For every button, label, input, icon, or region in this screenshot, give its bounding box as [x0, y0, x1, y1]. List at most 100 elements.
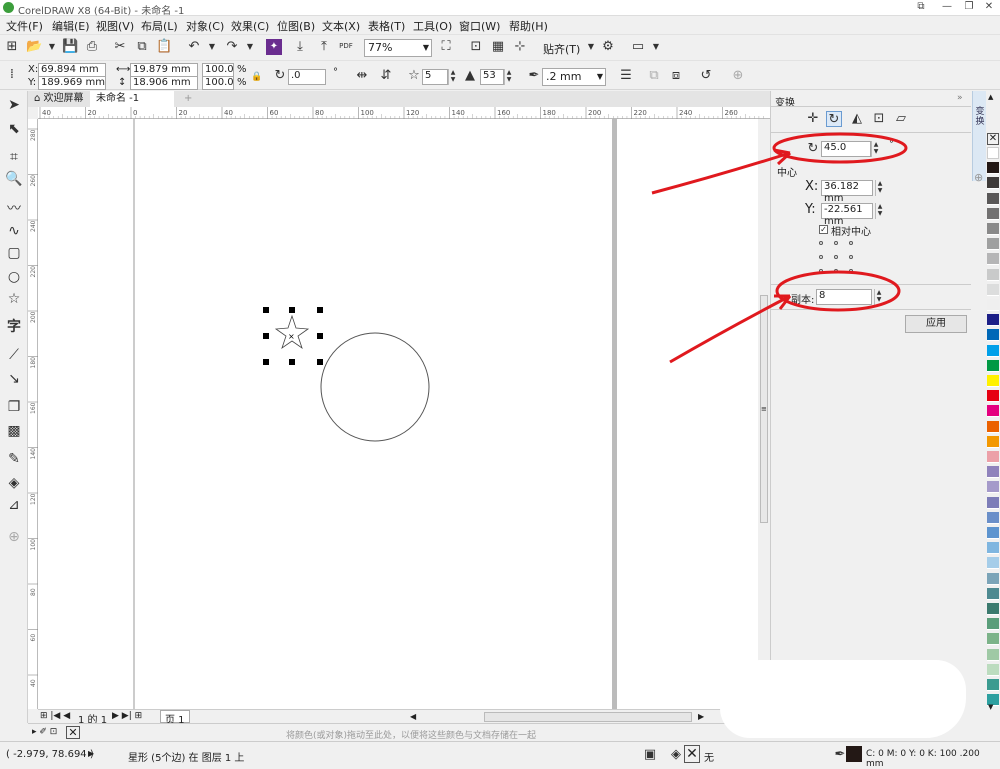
zoom-level-select[interactable]: 77% ▼ — [364, 39, 432, 57]
color-swatch[interactable] — [987, 390, 999, 403]
copies-spinner-icon[interactable]: ▲ ▼ — [874, 289, 883, 305]
parallel-dimension-icon[interactable]: ⟋ — [4, 345, 24, 365]
color-swatch[interactable] — [987, 162, 999, 175]
circle-object[interactable] — [320, 332, 430, 442]
selection-handle[interactable] — [263, 333, 269, 339]
color-swatch[interactable] — [987, 420, 999, 433]
mirror-vertical-icon[interactable]: ⇵ — [378, 68, 394, 84]
print-icon[interactable]: ⎙ — [84, 39, 100, 55]
color-swatch[interactable] — [987, 223, 999, 235]
anchor-point-radio[interactable] — [819, 269, 823, 273]
menu-tools[interactable]: 工具(O) — [413, 18, 452, 34]
color-swatch[interactable] — [987, 572, 999, 585]
horizontal-ruler[interactable]: 40 20 0 20 40 60 80 100 120 140 160 180 200 220 240 260 — [38, 107, 770, 119]
menu-layout[interactable]: 布局(L) — [141, 18, 178, 34]
center-x-input[interactable]: 36.182 mm — [821, 180, 873, 204]
application-launcher-icon[interactable]: ▭ — [630, 39, 646, 55]
docker-collapse-icon[interactable]: » — [957, 93, 963, 103]
copies-input[interactable]: 8 — [816, 289, 872, 305]
minimize-button[interactable]: — — [936, 0, 958, 14]
open-folder-icon[interactable]: 📂 — [26, 39, 42, 55]
palette-down-icon[interactable]: ▼ — [988, 703, 993, 711]
no-color-swatch-icon[interactable]: ✕ — [66, 726, 80, 739]
anchor-point-radio[interactable] — [834, 269, 838, 273]
fill-none-swatch-icon[interactable]: ✕ — [684, 745, 700, 763]
restore-layout-icon[interactable]: ⧉ — [910, 0, 932, 14]
shape-tool-icon[interactable]: ⬉ — [4, 119, 24, 139]
outline-width-select[interactable]: .2 mm ▼ — [542, 68, 606, 86]
rotation-icon[interactable]: ↻ — [272, 68, 288, 84]
add-property-icon[interactable]: ⊕ — [730, 68, 746, 84]
add-tool-icon[interactable]: ⊕ — [4, 527, 24, 547]
color-swatch[interactable] — [987, 648, 999, 661]
color-swatch[interactable] — [987, 207, 999, 220]
color-swatch[interactable] — [987, 192, 999, 205]
color-swatch[interactable] — [987, 359, 999, 372]
anchor-point-radio[interactable] — [819, 255, 823, 259]
color-swatch[interactable] — [987, 314, 999, 327]
color-swatch[interactable] — [987, 466, 999, 479]
lock-ratio-icon[interactable]: 🔒 — [249, 69, 265, 85]
anchor-point-radio[interactable] — [849, 241, 853, 245]
page-tab-1[interactable]: 页 1 — [160, 710, 190, 726]
search-content-icon[interactable]: ✦ — [266, 39, 282, 55]
wrap-text-icon[interactable]: ☰ — [618, 68, 634, 84]
sharpness-spinner-icon[interactable]: ▲ ▼ — [504, 69, 513, 85]
ruler-corner[interactable] — [28, 107, 38, 119]
x-position-input[interactable]: 69.894 mm — [38, 63, 106, 77]
add-tab-button[interactable]: + — [178, 91, 198, 107]
center-x-spinner-icon[interactable]: ▲ ▼ — [875, 180, 884, 196]
horizontal-scrollbar-thumb[interactable] — [484, 712, 692, 722]
anchor-point-radio[interactable] — [849, 255, 853, 259]
full-screen-icon[interactable]: ⛶ — [438, 39, 454, 55]
tab-welcome[interactable]: ⌂ 欢迎屏幕 — [28, 91, 90, 107]
scale-mirror-mode-icon[interactable]: ◭ — [849, 111, 865, 127]
star-shape-icon[interactable]: ☆ — [406, 68, 422, 84]
to-front-icon[interactable]: ⧉ — [646, 68, 662, 84]
relative-center-checkbox[interactable]: ✓ — [819, 225, 828, 234]
vertical-ruler[interactable]: 28026024022020018016014012010080604020 — [28, 119, 38, 733]
tab-document[interactable]: 未命名 -1 — [90, 91, 174, 107]
pdf-export-icon[interactable]: PDF — [338, 38, 354, 54]
selection-handle[interactable] — [289, 359, 295, 365]
menu-object[interactable]: 对象(C) — [186, 18, 224, 34]
color-swatch[interactable] — [987, 268, 999, 281]
redo-dropdown-icon[interactable]: ▼ — [242, 39, 258, 55]
scroll-left-icon[interactable]: ◀ — [410, 712, 416, 721]
show-grid-icon[interactable]: ▦ — [490, 39, 506, 55]
close-button[interactable]: ✕ — [978, 0, 1000, 14]
menu-text[interactable]: 文本(X) — [322, 18, 360, 34]
drop-shadow-icon[interactable]: ❐ — [4, 397, 24, 417]
anchor-point-radio[interactable] — [819, 241, 823, 245]
smart-fill-icon[interactable]: ⊿ — [4, 495, 24, 515]
selection-handle[interactable] — [317, 307, 323, 313]
undo-icon[interactable]: ↶ — [186, 39, 202, 55]
selection-handle[interactable] — [289, 307, 295, 313]
color-swatch[interactable] — [987, 375, 999, 387]
eyedropper-icon[interactable]: ✎ — [4, 449, 24, 469]
width-input[interactable]: 19.879 mm — [130, 63, 198, 77]
page-nav-next-icons[interactable]: ▶ ▶| ⊞ — [112, 711, 142, 721]
color-swatch[interactable] — [987, 587, 999, 600]
rotation-angle-input[interactable]: .0 — [288, 69, 326, 85]
palette-up-icon[interactable]: ▲ — [988, 93, 993, 101]
apply-button[interactable]: 应用 — [905, 315, 967, 333]
open-dropdown-icon[interactable]: ▼ — [44, 39, 60, 55]
color-swatch[interactable] — [987, 496, 999, 509]
outline-pen-icon[interactable]: ✒ — [526, 68, 542, 84]
paste-icon[interactable]: 📋 — [156, 39, 172, 55]
selection-handle[interactable] — [263, 359, 269, 365]
connector-tool-icon[interactable]: ↘ — [4, 369, 24, 389]
anchor-point-radio[interactable] — [834, 241, 838, 245]
redo-icon[interactable]: ↷ — [224, 39, 240, 55]
convert-to-curves-icon[interactable]: ↺ — [698, 68, 714, 84]
side-tab-transform[interactable]: 变换 — [974, 107, 986, 127]
show-guidelines-icon[interactable]: ⊹ — [512, 39, 528, 55]
menu-file[interactable]: 文件(F) — [6, 18, 43, 34]
rotation-angle-field[interactable]: 45.0 — [821, 141, 871, 157]
pick-tool-icon[interactable]: ➤ — [4, 95, 24, 115]
import-icon[interactable]: ⤓ — [292, 39, 308, 55]
rectangle-tool-icon[interactable]: ▢ — [4, 243, 24, 263]
color-swatch[interactable] — [987, 329, 999, 342]
undo-dropdown-icon[interactable]: ▼ — [204, 39, 220, 55]
